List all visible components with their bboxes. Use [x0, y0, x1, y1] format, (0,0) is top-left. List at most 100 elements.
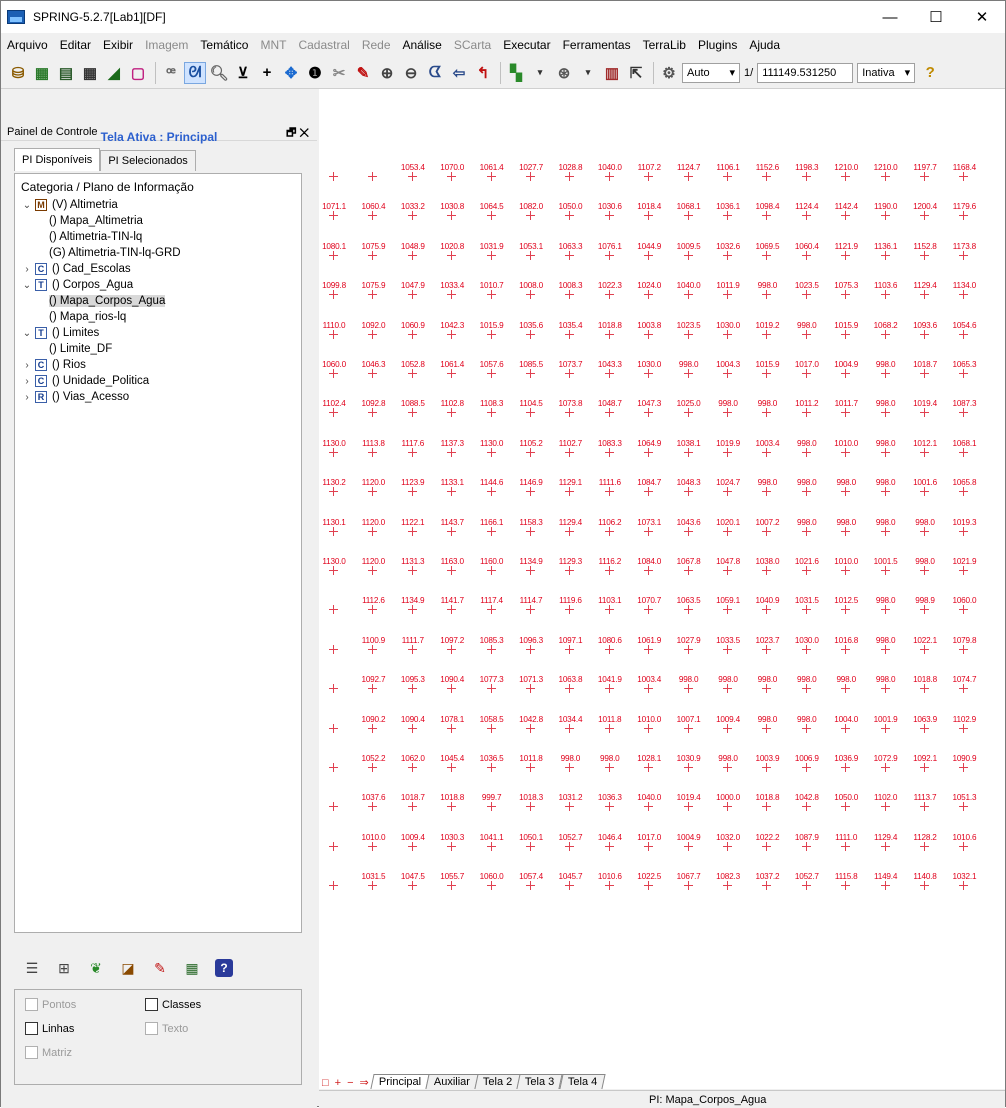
pointer-icon[interactable]: ⇱ [625, 62, 647, 84]
tree-item[interactable]: › C () Rios [19, 357, 297, 373]
menu-item-temático[interactable]: Temático [194, 38, 254, 52]
menu-item-plugins[interactable]: Plugins [692, 38, 743, 52]
screen-tab-tela-2[interactable]: Tela 2 [474, 1074, 521, 1089]
screen-tab-tela-3[interactable]: Tela 3 [516, 1074, 564, 1089]
menu-item-exibir[interactable]: Exibir [97, 38, 139, 52]
plus-icon[interactable]: + [256, 62, 278, 84]
checkbox-box[interactable] [25, 998, 38, 1011]
chevron-down-icon[interactable]: ⌄ [19, 280, 35, 291]
undo-icon[interactable]: ↰ [472, 62, 494, 84]
tree-item[interactable]: () Mapa_Corpos_Agua [19, 293, 297, 309]
table-icon[interactable]: ▦ [183, 959, 201, 977]
menu-item-ferramentas[interactable]: Ferramentas [557, 38, 637, 52]
close-button[interactable]: ✕ [959, 1, 1005, 33]
tree-item[interactable]: ⌄ M (V) Altimetria [19, 197, 297, 213]
menu-item-arquivo[interactable]: Arquivo [1, 38, 54, 52]
tree-item[interactable]: › R () Vias_Acesso [19, 389, 297, 405]
tab-pi-disponiveis[interactable]: PI Disponíveis [14, 148, 101, 171]
leaf-icon[interactable]: ❦ [87, 959, 105, 977]
tree-item[interactable]: () Limite_DF [19, 341, 297, 357]
tree-item[interactable]: › C () Unidade_Politica [19, 373, 297, 389]
scale-input[interactable]: 111149.531250 [757, 62, 854, 83]
menu-item-imagem[interactable]: Imagem [139, 38, 194, 52]
chevron-down-icon[interactable]: ⌄ [19, 328, 35, 339]
point-marker-icon [486, 566, 496, 575]
tree-item[interactable]: () Altimetria-TIN-lq [19, 229, 297, 245]
checkbox-box[interactable] [25, 1046, 38, 1059]
dropdown-icon[interactable]: ▾ [529, 62, 551, 84]
menu-item-cadastral[interactable]: Cadastral [292, 38, 355, 52]
view-icon[interactable]: ᘛ [184, 61, 206, 84]
menu-item-ajuda[interactable]: Ajuda [743, 38, 786, 52]
add-tab-icon[interactable]: + [335, 1077, 341, 1089]
info-icon[interactable]: ❶ [304, 62, 326, 84]
zoom-back-icon[interactable]: ᗧ [424, 62, 446, 84]
tab-pi-selecionados[interactable]: PI Selecionados [100, 150, 196, 171]
line-icon[interactable]: ◢ [103, 62, 125, 84]
scale-mode-select[interactable]: Auto ▾ [682, 62, 740, 83]
maximize-button[interactable]: ☐ [913, 1, 959, 33]
chevron-right-icon[interactable]: › [19, 392, 35, 403]
zoom-icon[interactable]: 🔍︎ [208, 62, 230, 84]
chevron-right-icon[interactable]: › [19, 360, 35, 371]
help-icon[interactable]: ? [215, 959, 233, 977]
image-icon[interactable]: ▦ [31, 62, 53, 84]
checkbox-box[interactable] [145, 998, 158, 1011]
cut-icon[interactable]: ✂ [328, 62, 350, 84]
zoom-out-icon[interactable]: ⊖ [400, 62, 422, 84]
menu-item-scarta[interactable]: SCarta [448, 38, 497, 52]
menu-item-mnt[interactable]: MNT [254, 38, 292, 52]
arrow-icon[interactable]: ⇦ [448, 62, 470, 84]
screen-tab-principal[interactable]: Principal [370, 1074, 430, 1089]
state-select[interactable]: Inativa ▾ [857, 62, 916, 83]
tree-item[interactable]: ⌄ T () Corpos_Agua [19, 277, 297, 293]
menu-item-terralib[interactable]: TerraLib [637, 38, 692, 52]
list-icon[interactable]: ☰ [23, 959, 41, 977]
chevron-down-icon[interactable]: ⌄ [19, 200, 35, 211]
chart-icon[interactable]: ◪ [119, 959, 137, 977]
tree-item[interactable]: (G) Altimetria-TIN-lq-GRD [19, 245, 297, 261]
zoom-in-icon[interactable]: ⊕ [376, 62, 398, 84]
menu-item-executar[interactable]: Executar [497, 38, 556, 52]
next-icon[interactable]: ⇒ [360, 1076, 369, 1089]
checkbox-label: Matriz [42, 1046, 72, 1059]
dropdown-icon[interactable]: ▾ [577, 62, 599, 84]
pan-icon[interactable]: ✥ [280, 62, 302, 84]
menu-item-editar[interactable]: Editar [54, 38, 97, 52]
screen-tab-auxiliar[interactable]: Auxiliar [425, 1074, 479, 1089]
tree-item[interactable]: () Mapa_Altimetria [19, 213, 297, 229]
screen-tab-tela-4[interactable]: Tela 4 [559, 1074, 606, 1089]
tree-item[interactable]: () Mapa_rios-lq [19, 309, 297, 325]
palette-icon[interactable]: ▚ [505, 62, 527, 84]
map-canvas[interactable]: 1053.4 1070.0 1061.4 1027.7 1028.8 1040.0 1107… [319, 89, 1005, 1089]
checkbox-linhas[interactable]: Linhas [25, 1022, 74, 1035]
menu-item-rede[interactable]: Rede [356, 38, 397, 52]
checkbox-pontos[interactable]: Pontos [25, 998, 76, 1011]
menu-item-análise[interactable]: Análise [397, 38, 448, 52]
tool-icon[interactable]: ⊞ [55, 959, 73, 977]
chevron-right-icon[interactable]: › [19, 264, 35, 275]
draw-icon[interactable]: ✎ [352, 62, 374, 84]
layout-icon[interactable]: □ [322, 1077, 329, 1089]
chevron-right-icon[interactable]: › [19, 376, 35, 387]
help-icon[interactable]: ? [919, 62, 941, 84]
grid-icon[interactable]: ▦ [79, 62, 101, 84]
tree-item[interactable]: ⌄ T () Limites [19, 325, 297, 341]
settings-icon[interactable]: ⚙ [658, 62, 680, 84]
table-icon[interactable]: ▤ [55, 62, 77, 84]
scroll-icon[interactable]: ⊻ [232, 62, 254, 84]
checkbox-box[interactable] [145, 1022, 158, 1035]
checkbox-classes[interactable]: Classes [145, 998, 201, 1011]
pencil-icon[interactable]: ✎ [151, 959, 169, 977]
grid-cursor-icon[interactable]: ⊛ [553, 62, 575, 84]
remove-tab-icon[interactable]: − [347, 1077, 353, 1089]
chart-icon[interactable]: ▥ [601, 62, 623, 84]
checkbox-texto[interactable]: Texto [145, 1022, 188, 1035]
square-icon[interactable]: ▢ [127, 62, 149, 84]
database-icon[interactable]: ⛁ [7, 62, 29, 84]
minimize-button[interactable]: — [867, 1, 913, 33]
selection-icon[interactable]: ꟹ [160, 62, 182, 84]
checkbox-box[interactable] [25, 1022, 38, 1035]
checkbox-matriz[interactable]: Matriz [25, 1046, 72, 1059]
tree-item[interactable]: › C () Cad_Escolas [19, 261, 297, 277]
